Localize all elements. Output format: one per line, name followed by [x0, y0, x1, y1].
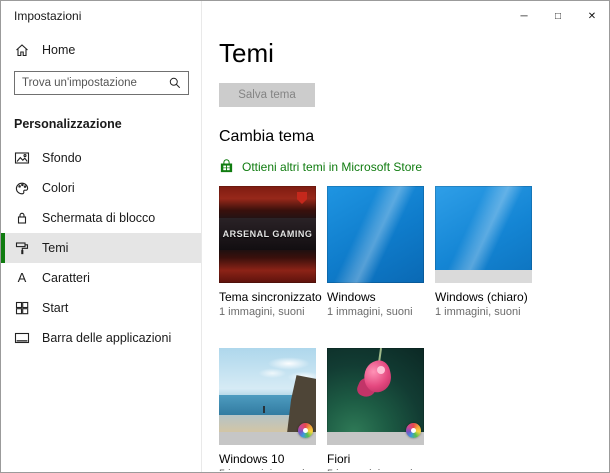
taskbar-icon	[14, 330, 30, 346]
background-icon	[14, 150, 30, 166]
theme-thumbnail	[435, 186, 532, 283]
window-controls: ─ □ ✕	[507, 1, 609, 31]
lock-screen-icon	[14, 210, 30, 226]
sidebar: Home Personalizzazione Sfondo Colori	[1, 31, 201, 472]
home-icon	[14, 42, 30, 58]
save-theme-button[interactable]: Salva tema	[219, 83, 315, 107]
window-title: Impostazioni	[14, 9, 82, 23]
theme-card-fiori[interactable]: Fiori 5 immagini, suoni	[327, 348, 424, 471]
theme-name: Windows 10	[219, 452, 285, 466]
color-wheel-badge-icon	[298, 423, 313, 438]
main-content: Temi Salva tema Cambia tema Ottieni altr…	[202, 31, 608, 471]
colors-icon	[14, 180, 30, 196]
shield-logo-icon	[297, 192, 307, 204]
theme-thumbnail	[219, 348, 316, 445]
theme-card-windows-10[interactable]: Windows 10 5 immagini, suoni	[219, 348, 316, 471]
sidebar-item-temi[interactable]: Temi	[1, 233, 201, 263]
store-link-label: Ottieni altri temi in Microsoft Store	[242, 159, 423, 174]
fonts-icon: A	[17, 270, 27, 285]
theme-name: Windows (chiaro)	[435, 290, 528, 304]
sidebar-item-home[interactable]: Home	[1, 35, 201, 65]
theme-thumbnail	[327, 186, 424, 283]
sidebar-item-schermata-di-blocco[interactable]: Schermata di blocco	[1, 203, 201, 233]
theme-meta: 5 immagini, suoni	[327, 468, 424, 471]
page-title: Temi	[219, 38, 274, 68]
theme-thumbnail: ARSENAL GAMING	[219, 186, 316, 283]
theme-meta: 1 immagini, suoni	[219, 306, 305, 318]
change-theme-heading: Cambia tema	[219, 128, 315, 145]
sidebar-item-label: Colori	[42, 181, 75, 195]
sidebar-item-caratteri[interactable]: A Caratteri	[1, 263, 201, 293]
settings-search-box	[14, 71, 189, 95]
microsoft-store-icon	[219, 159, 234, 174]
color-wheel-badge-icon	[406, 423, 421, 438]
settings-window: Impostazioni ─ □ ✕ Home Personalizzazion…	[0, 0, 610, 473]
thumb-flower-highlight	[377, 366, 385, 374]
sidebar-item-barra-delle-applicazioni[interactable]: Barra delle applicazioni	[1, 323, 201, 353]
thumbnail-banner: ARSENAL GAMING	[219, 218, 316, 250]
sidebar-item-label: Schermata di blocco	[42, 211, 156, 225]
store-link[interactable]: Ottieni altri temi in Microsoft Store	[219, 159, 422, 174]
close-button[interactable]: ✕	[575, 1, 609, 31]
themes-icon	[14, 240, 30, 256]
thumb-person	[262, 406, 265, 414]
theme-card-tema-sincronizzato[interactable]: ARSENAL GAMING Tema sincronizzato 1 imma…	[219, 186, 322, 318]
sidebar-item-sfondo[interactable]: Sfondo	[1, 143, 201, 173]
sidebar-item-label: Start	[42, 301, 69, 315]
minimize-button[interactable]: ─	[507, 1, 541, 31]
sidebar-item-colori[interactable]: Colori	[1, 173, 201, 203]
sidebar-item-start[interactable]: Start	[1, 293, 201, 323]
theme-card-windows-chiaro[interactable]: Windows (chiaro) 1 immagini, suoni	[435, 186, 532, 318]
start-icon	[14, 300, 30, 316]
sidebar-item-label: Temi	[42, 241, 69, 255]
theme-meta: 1 immagini, suoni	[435, 306, 521, 318]
theme-name: Windows	[327, 290, 376, 304]
light-taskbar-strip	[435, 270, 532, 283]
titlebar: Impostazioni ─ □ ✕	[1, 1, 609, 31]
theme-name: Fiori	[327, 452, 351, 466]
theme-name: Tema sincronizzato	[219, 290, 322, 304]
theme-meta: 5 immagini, suoni	[219, 468, 316, 471]
sidebar-item-label: Caratteri	[42, 271, 90, 285]
sidebar-item-label: Barra delle applicazioni	[42, 331, 172, 345]
sidebar-item-label: Home	[42, 43, 76, 57]
theme-card-windows[interactable]: Windows 1 immagini, suoni	[327, 186, 424, 318]
sidebar-item-label: Sfondo	[42, 151, 82, 165]
search-icon[interactable]	[162, 76, 188, 90]
search-input[interactable]	[15, 72, 162, 94]
thumbnail-text: ARSENAL GAMING	[222, 229, 313, 239]
theme-thumbnail	[327, 348, 424, 445]
theme-meta: 1 immagini, suoni	[327, 306, 413, 318]
themes-grid: ARSENAL GAMING Tema sincronizzato 1 imma…	[219, 186, 608, 471]
sidebar-section-title: Personalizzazione	[14, 117, 122, 131]
maximize-button[interactable]: □	[541, 1, 575, 31]
